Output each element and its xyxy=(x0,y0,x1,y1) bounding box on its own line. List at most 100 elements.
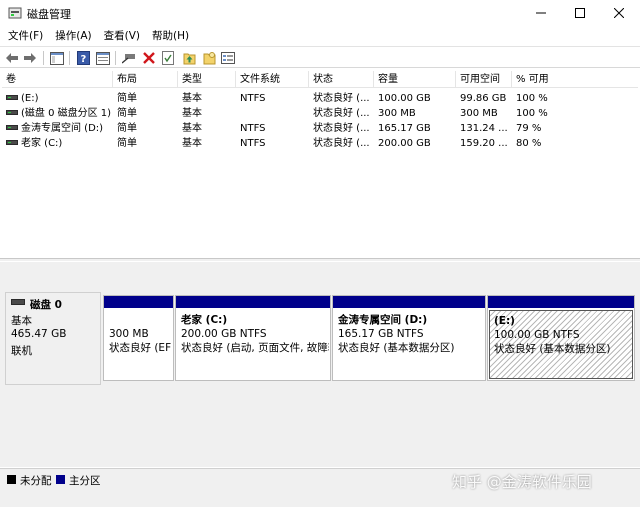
window-title: 磁盘管理 xyxy=(27,8,71,21)
filesystem-cell: NTFS xyxy=(240,138,266,149)
legend-primary: 主分区 xyxy=(69,475,101,487)
disk-state: 联机 xyxy=(11,345,32,357)
primary-partition-bar xyxy=(176,296,330,308)
status-cell: 状态良好 (... xyxy=(313,108,370,119)
properties-view-icon xyxy=(96,51,110,65)
table-row[interactable]: (磁盘 0 磁盘分区 1) 简单 基本 状态良好 (... 300 MB 300… xyxy=(2,106,638,121)
forward-icon xyxy=(24,53,36,63)
up-icon xyxy=(183,53,195,65)
filesystem-cell: NTFS xyxy=(240,123,266,134)
table-row[interactable]: 老家 (C:) 简单 基本 NTFS 状态良好 (... 200.00 GB 1… xyxy=(2,136,638,151)
up-button[interactable] xyxy=(181,50,197,66)
legend-unallocated: 未分配 xyxy=(20,475,52,487)
partition-efi[interactable]: 300 MB 状态良好 (EF xyxy=(103,295,174,381)
unallocated-swatch xyxy=(7,475,16,484)
table-row[interactable]: (E:) 简单 基本 NTFS 状态良好 (... 100.00 GB 99.8… xyxy=(2,91,638,106)
capacity-cell: 165.17 GB xyxy=(378,123,431,134)
menu-action[interactable]: 操作(A) xyxy=(55,28,91,43)
column-filesystem[interactable]: 文件系统 xyxy=(236,71,309,88)
partition-size: 200.00 GB NTFS xyxy=(181,328,267,340)
volume-cell: 金涛专属空间 (D:) xyxy=(2,121,113,136)
free-space-cell: 300 MB xyxy=(460,108,498,119)
disk-type: 基本 xyxy=(11,315,32,327)
pane-splitter[interactable] xyxy=(0,258,640,261)
primary-partition-bar xyxy=(333,296,485,308)
volume-list: 卷 布局 类型 文件系统 状态 容量 可用空间 % 可用 (E:) 简单 基本 … xyxy=(2,71,638,257)
check-button[interactable] xyxy=(160,50,176,66)
type-cell: 基本 xyxy=(182,108,202,119)
partition-status: 状态良好 (基本数据分区) xyxy=(338,342,455,354)
volume-icon xyxy=(6,94,18,100)
watermark: 知乎 @金涛软件乐园 xyxy=(452,473,592,491)
graphical-view: 磁盘 0 基本 465.47 GB 联机 300 MB 状态良好 (EF 老家 … xyxy=(0,262,640,467)
help-icon: ? xyxy=(76,51,90,65)
maximize-button[interactable] xyxy=(558,0,602,26)
minimize-icon xyxy=(536,12,546,14)
partition-status: 状态良好 (启动, 页面文件, 故障转 xyxy=(181,342,329,354)
status-bar xyxy=(0,490,640,507)
type-cell: 基本 xyxy=(182,93,202,104)
column-capacity[interactable]: 容量 xyxy=(374,71,456,88)
forward-button[interactable] xyxy=(22,50,38,66)
help-button[interactable]: ? xyxy=(75,50,91,66)
filesystem-cell: NTFS xyxy=(240,93,266,104)
partition-e[interactable]: (E:) 100.00 GB NTFS 状态良好 (基本数据分区) xyxy=(487,295,635,381)
folder-button[interactable] xyxy=(201,50,217,66)
layout-cell: 简单 xyxy=(117,93,137,104)
menu-file[interactable]: 文件(F) xyxy=(8,28,43,43)
partition-d[interactable]: 金涛专属空间 (D:) 165.17 GB NTFS 状态良好 (基本数据分区) xyxy=(332,295,486,381)
delete-button[interactable] xyxy=(141,50,157,66)
percent-free-cell: 80 % xyxy=(516,138,542,149)
partition-title: 老家 (C:) xyxy=(181,314,228,326)
list-view-button[interactable] xyxy=(220,50,236,66)
column-volume[interactable]: 卷 xyxy=(2,71,113,88)
column-layout[interactable]: 布局 xyxy=(113,71,178,88)
toolbar: ? xyxy=(0,46,640,68)
partition-status: 状态良好 (基本数据分区) xyxy=(494,343,611,355)
free-space-cell: 131.24 ... xyxy=(460,123,508,134)
properties-view-button[interactable] xyxy=(95,50,111,66)
column-status[interactable]: 状态 xyxy=(309,71,374,88)
volume-icon xyxy=(6,109,18,115)
capacity-cell: 200.00 GB xyxy=(378,138,431,149)
list-view-icon xyxy=(221,52,235,64)
layout-cell: 简单 xyxy=(117,108,137,119)
volume-icon xyxy=(6,139,18,145)
disk-info-panel[interactable]: 磁盘 0 基本 465.47 GB 联机 xyxy=(5,292,101,385)
close-button[interactable] xyxy=(597,0,640,26)
partition-size: 100.00 GB NTFS xyxy=(494,329,580,341)
partition-c[interactable]: 老家 (C:) 200.00 GB NTFS 状态良好 (启动, 页面文件, 故… xyxy=(175,295,331,381)
status-cell: 状态良好 (... xyxy=(313,123,370,134)
back-icon xyxy=(6,53,18,63)
volume-cell: (E:) xyxy=(2,91,113,106)
primary-partition-bar xyxy=(104,296,173,308)
menu-help[interactable]: 帮助(H) xyxy=(152,28,189,43)
status-cell: 状态良好 (... xyxy=(313,138,370,149)
partition-title: (E:) xyxy=(494,315,515,327)
menu-bar: 文件(F) 操作(A) 查看(V) 帮助(H) xyxy=(0,26,640,45)
percent-free-cell: 100 % xyxy=(516,93,548,104)
delete-icon xyxy=(143,52,155,64)
table-row[interactable]: 金涛专属空间 (D:) 简单 基本 NTFS 状态良好 (... 165.17 … xyxy=(2,121,638,136)
column-percent-free[interactable]: % 可用 xyxy=(512,71,638,88)
partition-size: 300 MB xyxy=(109,328,149,340)
back-button[interactable] xyxy=(4,50,20,66)
primary-swatch xyxy=(56,475,65,484)
primary-partition-bar xyxy=(488,296,634,308)
minimize-button[interactable] xyxy=(519,0,563,26)
table-header: 卷 布局 类型 文件系统 状态 容量 可用空间 % 可用 xyxy=(2,71,638,88)
volume-icon xyxy=(6,124,18,130)
column-free-space[interactable]: 可用空间 xyxy=(456,71,512,88)
percent-free-cell: 100 % xyxy=(516,108,548,119)
menu-view[interactable]: 查看(V) xyxy=(104,28,140,43)
type-cell: 基本 xyxy=(182,123,202,134)
partition-title: 金涛专属空间 (D:) xyxy=(338,314,428,326)
filesystem-cell xyxy=(236,106,309,121)
console-tree-icon xyxy=(50,51,64,65)
column-type[interactable]: 类型 xyxy=(178,71,236,88)
status-cell: 状态良好 (... xyxy=(313,93,370,104)
free-space-cell: 99.86 GB xyxy=(460,93,507,104)
connect-button[interactable] xyxy=(121,50,137,66)
percent-free-cell: 79 % xyxy=(516,123,542,134)
console-tree-button[interactable] xyxy=(49,50,65,66)
